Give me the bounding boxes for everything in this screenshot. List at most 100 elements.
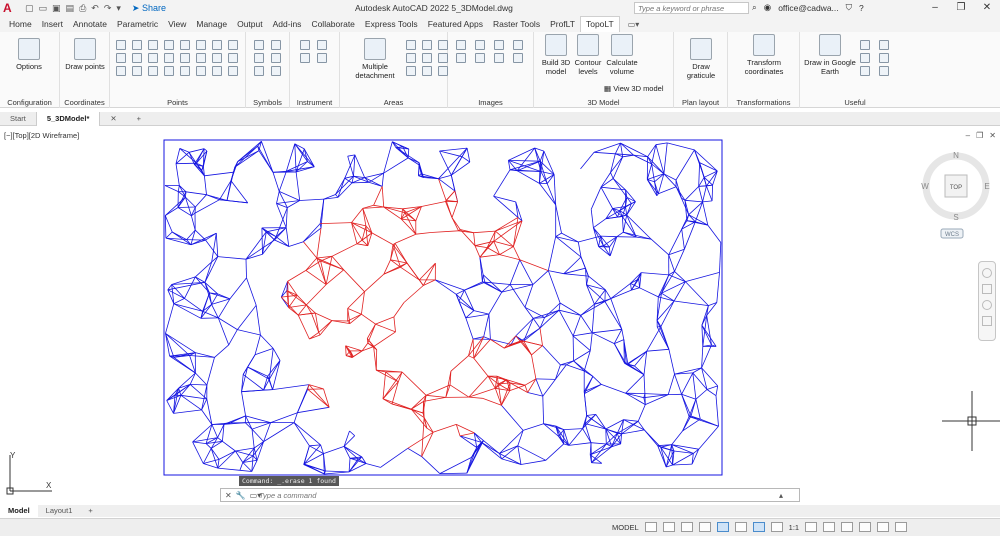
image-tool-icon[interactable] [456, 40, 466, 50]
save-icon[interactable]: ▣ [52, 3, 61, 14]
auto-scale-icon[interactable] [770, 522, 783, 532]
isodraft-toggle-icon[interactable] [716, 522, 729, 532]
calculate-volume-button[interactable]: Calculate volume [604, 34, 640, 76]
tab-proflt[interactable]: ProfLT [545, 19, 580, 32]
share-button[interactable]: ➤ Share [132, 3, 166, 14]
contour-levels-button[interactable]: Contour levels [572, 34, 604, 76]
point-tool-icon[interactable] [212, 66, 222, 76]
symbol-tool-icon[interactable] [271, 40, 281, 50]
pan-icon[interactable] [982, 284, 992, 294]
annotation-scale-button[interactable]: 1:1 [789, 523, 799, 532]
area-tool-icon[interactable] [406, 53, 416, 63]
orbit-icon[interactable] [982, 316, 992, 326]
transform-coordinates-button[interactable]: Transform coordinates [734, 34, 794, 76]
doc-tab-start[interactable]: Start [0, 112, 36, 126]
new-file-icon[interactable]: ▢ [25, 3, 34, 14]
customize-icon[interactable]: 🔧 [236, 491, 246, 500]
symbol-tool-icon[interactable] [254, 53, 264, 63]
hardware-acceleration-icon[interactable] [859, 522, 872, 532]
tab-add-ins[interactable]: Add-ins [268, 19, 307, 32]
image-tool-icon[interactable] [513, 53, 523, 63]
tab-view[interactable]: View [163, 19, 191, 32]
point-tool-icon[interactable] [180, 66, 190, 76]
drawing-canvas[interactable]: [−][Top][2D Wireframe] – ❐ ✕ TOP N S E W… [0, 127, 1000, 501]
compass-south[interactable]: S [953, 213, 958, 222]
area-tool-icon[interactable] [438, 53, 448, 63]
doc-tab-current[interactable]: 5_3DModel* [35, 111, 101, 126]
plot-icon[interactable]: ⎙ [79, 3, 86, 14]
area-tool-icon[interactable] [422, 53, 432, 63]
area-tool-icon[interactable] [406, 40, 416, 50]
ribbon-minimize-icon[interactable]: ▭▾ [628, 20, 640, 32]
add-layout-icon[interactable]: + [80, 505, 100, 517]
model-space-button[interactable]: MODEL [612, 523, 639, 532]
point-tool-icon[interactable] [228, 66, 238, 76]
point-tool-icon[interactable] [148, 66, 158, 76]
view-3d-model-button[interactable]: ▦ View 3D model [604, 84, 664, 93]
point-tool-icon[interactable] [228, 40, 238, 50]
add-icon[interactable] [823, 522, 836, 532]
useful-tool-icon[interactable] [879, 40, 889, 50]
user-icon[interactable]: ◉ [764, 2, 771, 13]
compass-east[interactable]: E [984, 182, 989, 191]
symbol-tool-icon[interactable] [271, 66, 281, 76]
image-tool-icon[interactable] [494, 53, 504, 63]
instrument-tool-icon[interactable] [317, 53, 327, 63]
point-tool-icon[interactable] [228, 53, 238, 63]
close-icon[interactable]: ✕ [974, 0, 1000, 16]
ortho-toggle-icon[interactable] [680, 522, 693, 532]
maximize-icon[interactable]: ❐ [948, 0, 974, 16]
tab-raster-tools[interactable]: Raster Tools [488, 19, 545, 32]
symbol-tool-icon[interactable] [271, 53, 281, 63]
isolate-objects-icon[interactable] [841, 522, 854, 532]
save-as-icon[interactable]: ▤ [66, 3, 75, 14]
draw-points-button[interactable]: Draw points [64, 38, 106, 71]
snap-toggle-icon[interactable] [662, 522, 675, 532]
tab-featured-apps[interactable]: Featured Apps [423, 19, 488, 32]
instrument-tool-icon[interactable] [317, 40, 327, 50]
dropdown-icon[interactable]: ▾ [116, 3, 121, 14]
point-tool-icon[interactable] [164, 66, 174, 76]
useful-tool-icon[interactable] [879, 66, 889, 76]
point-tool-icon[interactable] [196, 40, 206, 50]
layout-tab-layout1[interactable]: Layout1 [38, 505, 81, 517]
close-tab-icon[interactable]: ✕ [100, 112, 126, 126]
search-input[interactable] [634, 2, 749, 14]
annotation-visibility-icon[interactable] [752, 522, 765, 532]
wcs-menu[interactable]: WCS [945, 232, 959, 238]
help-icon[interactable]: ? [859, 3, 864, 13]
undo-icon[interactable]: ↶ [91, 3, 99, 14]
area-tool-icon[interactable] [422, 40, 432, 50]
redo-icon[interactable]: ↷ [104, 3, 112, 14]
multiple-detachment-button[interactable]: Multiple detachment [350, 38, 400, 80]
area-tool-icon[interactable] [438, 66, 448, 76]
cart-icon[interactable]: ⛉ [846, 2, 852, 13]
grid-toggle-icon[interactable] [644, 522, 657, 532]
app-logo[interactable]: A [3, 1, 17, 15]
useful-tool-icon[interactable] [860, 53, 870, 63]
customize-status-bar-icon[interactable] [895, 522, 908, 532]
tab-home[interactable]: Home [4, 19, 37, 32]
point-tool-icon[interactable] [132, 53, 142, 63]
point-tool-icon[interactable] [132, 66, 142, 76]
point-tool-icon[interactable] [212, 53, 222, 63]
symbol-tool-icon[interactable] [254, 66, 264, 76]
user-name[interactable]: office@cadwa... [778, 3, 838, 13]
point-tool-icon[interactable] [148, 53, 158, 63]
instrument-tool-icon[interactable] [300, 40, 310, 50]
new-tab-icon[interactable]: + [127, 112, 151, 126]
point-tool-icon[interactable] [196, 53, 206, 63]
image-tool-icon[interactable] [456, 53, 466, 63]
object-snap-icon[interactable] [734, 522, 747, 532]
image-tool-icon[interactable] [475, 53, 485, 63]
command-history-toggle-icon[interactable]: ▴ [779, 491, 783, 500]
options-button[interactable]: Options [6, 38, 52, 71]
close-command-icon[interactable]: ✕ [225, 491, 232, 500]
tab-manage[interactable]: Manage [191, 19, 232, 32]
compass-west[interactable]: W [921, 182, 929, 191]
useful-tool-icon[interactable] [879, 53, 889, 63]
layout-tab-model[interactable]: Model [0, 505, 38, 517]
tab-insert[interactable]: Insert [37, 19, 68, 32]
open-icon[interactable]: ▭ [39, 3, 48, 14]
tab-topolt[interactable]: TopoLT [579, 16, 620, 32]
